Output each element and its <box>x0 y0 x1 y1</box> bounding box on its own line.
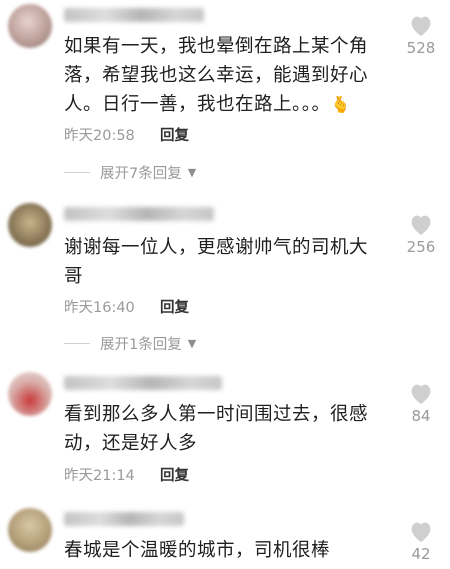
username[interactable] <box>64 512 184 526</box>
reply-button[interactable]: 回复 <box>160 296 189 317</box>
reply-button[interactable]: 回复 <box>160 464 189 485</box>
divider-line <box>64 172 90 173</box>
comment-time: 昨天21:14 <box>64 468 135 484</box>
username[interactable] <box>64 207 214 221</box>
username[interactable] <box>64 8 204 22</box>
like-count: 84 <box>411 407 431 425</box>
divider-line <box>64 343 90 344</box>
triangle-down-icon: ▼ <box>187 166 197 179</box>
heart-icon <box>411 384 431 404</box>
avatar[interactable] <box>8 372 52 416</box>
triangle-down-icon: ▼ <box>187 337 197 350</box>
expand-replies-label: 展开7条回复 <box>100 166 182 182</box>
heart-icon <box>411 16 431 36</box>
avatar[interactable] <box>8 508 52 552</box>
like-button[interactable]: 256 <box>398 213 444 256</box>
like-button[interactable]: 528 <box>398 14 444 57</box>
avatar[interactable] <box>8 203 52 247</box>
like-count: 42 <box>411 545 431 563</box>
comment-text: 如果有一天，我也晕倒在路上某个角落，希望我也这么幸运，能遇到好心人。日行一善，我… <box>64 32 384 119</box>
avatar[interactable] <box>8 4 52 48</box>
like-count: 528 <box>406 39 436 57</box>
comment-item: 春城是个温暖的城市，司机很棒 42 <box>0 498 450 569</box>
heart-icon <box>411 215 431 235</box>
like-button[interactable]: 42 <box>398 520 444 563</box>
comment-text: 谢谢每一位人，更感谢帅气的司机大哥 <box>64 237 369 287</box>
comment-item: 谢谢每一位人，更感谢帅气的司机大哥 昨天16:40 回复 展开1条回复 ▼ 25… <box>0 195 450 370</box>
comment-item: 如果有一天，我也晕倒在路上某个角落，希望我也这么幸运，能遇到好心人。日行一善，我… <box>0 0 450 200</box>
comment-item: 看到那么多人第一时间围过去，很感动，还是好人多 昨天21:14 回复 84 <box>0 362 450 492</box>
reply-button[interactable]: 回复 <box>160 124 189 145</box>
heart-icon <box>411 522 431 542</box>
comment-time: 昨天20:58 <box>64 128 135 144</box>
like-count: 256 <box>406 238 436 256</box>
comment-text: 看到那么多人第一时间围过去，很感动，还是好人多 <box>64 404 369 454</box>
comment-time: 昨天16:40 <box>64 300 135 316</box>
expand-replies-label: 展开1条回复 <box>100 337 182 353</box>
hand-heart-emoji: 🫰 <box>330 95 351 114</box>
like-button[interactable]: 84 <box>398 382 444 425</box>
username[interactable] <box>64 376 222 390</box>
comment-text: 春城是个温暖的城市，司机很棒 <box>64 540 331 561</box>
expand-replies-button[interactable]: 展开1条回复 ▼ <box>64 333 196 354</box>
expand-replies-button[interactable]: 展开7条回复 ▼ <box>64 162 196 183</box>
